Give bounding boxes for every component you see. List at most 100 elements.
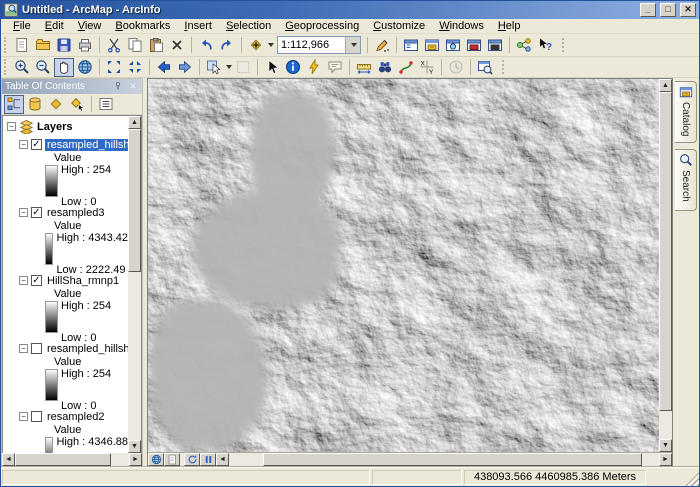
layer-visibility-checkbox[interactable] — [31, 207, 42, 218]
select-features-icon[interactable] — [204, 58, 224, 77]
redo-icon[interactable] — [217, 36, 237, 55]
layout-view-button[interactable] — [164, 453, 180, 466]
menu-item-bookmarks[interactable]: Bookmarks — [109, 19, 176, 33]
layer-visibility-checkbox[interactable] — [31, 275, 42, 286]
help-pointer-icon[interactable] — [535, 36, 555, 55]
toc-header[interactable]: Table Of Contents ✕ — [2, 79, 142, 94]
fixed-zoom-out-icon[interactable] — [125, 58, 145, 77]
pan-icon[interactable] — [54, 58, 74, 77]
scroll-track[interactable] — [128, 129, 141, 440]
menu-item-help[interactable]: Help — [492, 19, 527, 33]
menu-item-windows[interactable]: Windows — [433, 19, 490, 33]
refresh-view-button[interactable] — [184, 453, 200, 466]
copy-icon[interactable] — [125, 36, 145, 55]
list-by-source-icon[interactable] — [25, 95, 45, 114]
undo-icon[interactable] — [196, 36, 216, 55]
scale-combo-dropdown[interactable] — [345, 37, 360, 53]
window-resize-grip[interactable] — [685, 472, 699, 486]
python-window-icon[interactable] — [485, 36, 505, 55]
scroll-thumb[interactable] — [128, 129, 141, 272]
layer-name[interactable]: resampled_hillshade2 — [45, 343, 128, 355]
collapse-icon[interactable]: − — [7, 122, 16, 131]
layer-name[interactable]: resampled_hillshade3 — [45, 139, 128, 151]
list-by-selection-icon[interactable] — [67, 95, 87, 114]
minimize-button[interactable]: _ — [640, 3, 656, 17]
save-icon[interactable] — [54, 36, 74, 55]
scroll-left-icon[interactable]: ◄ — [2, 453, 15, 466]
scale-combo[interactable]: 1:112,966 — [277, 36, 361, 54]
scroll-right-icon[interactable]: ► — [659, 453, 672, 466]
back-extent-icon[interactable] — [154, 58, 174, 77]
search-tab[interactable]: Search — [675, 149, 697, 211]
viewer-window-icon[interactable] — [475, 58, 495, 77]
full-extent-icon[interactable] — [75, 58, 95, 77]
catalog-tab[interactable]: Catalog — [675, 81, 697, 143]
scroll-up-icon[interactable]: ▲ — [659, 79, 672, 92]
html-popup-icon[interactable] — [325, 58, 345, 77]
scroll-up-icon[interactable]: ▲ — [128, 116, 141, 129]
zoom-out-icon[interactable] — [33, 58, 53, 77]
new-document-icon[interactable] — [12, 36, 32, 55]
title-bar[interactable]: Untitled - ArcMap - ArcInfo _ □ ✕ — [1, 1, 699, 19]
find-icon[interactable] — [375, 58, 395, 77]
scroll-down-icon[interactable]: ▼ — [128, 440, 141, 453]
map-canvas[interactable] — [148, 79, 659, 452]
collapse-icon[interactable]: − — [19, 344, 28, 353]
list-by-drawing-order-icon[interactable] — [4, 95, 24, 114]
layer-row[interactable]: − HillSha_rmnp1 — [19, 273, 128, 288]
scroll-thumb[interactable] — [15, 453, 111, 466]
layer-row[interactable]: − resampled_hillshade2 — [19, 341, 128, 356]
modelbuilder-icon[interactable] — [514, 36, 534, 55]
maximize-button[interactable]: □ — [660, 3, 676, 17]
close-icon[interactable]: ✕ — [127, 81, 139, 92]
go-to-xy-icon[interactable] — [417, 58, 437, 77]
list-by-visibility-icon[interactable] — [46, 95, 66, 114]
menu-item-file[interactable]: File — [7, 19, 37, 33]
close-button[interactable]: ✕ — [680, 3, 696, 17]
measure-icon[interactable] — [354, 58, 374, 77]
layer-row[interactable]: − resampled2 — [19, 409, 128, 424]
table-of-contents-window-icon[interactable] — [401, 36, 421, 55]
toc-vertical-scrollbar[interactable]: ▲ ▼ — [128, 116, 141, 453]
pause-drawing-button[interactable] — [200, 453, 216, 466]
menu-item-geoprocessing[interactable]: Geoprocessing — [279, 19, 365, 33]
layer-name[interactable]: resampled2 — [45, 411, 106, 423]
layers-root-label[interactable]: Layers — [37, 121, 72, 133]
toolbar-grip[interactable] — [4, 37, 8, 53]
map-vertical-scrollbar[interactable]: ▲ ▼ — [659, 79, 672, 452]
menu-item-customize[interactable]: Customize — [367, 19, 431, 33]
scroll-thumb[interactable] — [659, 92, 672, 411]
layer-row[interactable]: − resampled_hillshade3 — [19, 137, 128, 152]
collapse-icon[interactable]: − — [19, 208, 28, 217]
cut-icon[interactable] — [104, 36, 124, 55]
zoom-in-icon[interactable] — [12, 58, 32, 77]
layer-visibility-checkbox[interactable] — [31, 139, 42, 150]
find-route-icon[interactable] — [396, 58, 416, 77]
scroll-track[interactable] — [15, 453, 129, 466]
forward-extent-icon[interactable] — [175, 58, 195, 77]
scroll-track[interactable] — [659, 92, 672, 439]
select-elements-icon[interactable] — [262, 58, 282, 77]
collapse-icon[interactable]: − — [19, 412, 28, 421]
layer-name[interactable]: HillSha_rmnp1 — [45, 275, 121, 287]
open-folder-icon[interactable] — [33, 36, 53, 55]
map-horizontal-scrollbar[interactable] — [229, 453, 659, 466]
layer-row[interactable]: − resampled3 — [19, 205, 128, 220]
editor-pencil-icon[interactable] — [372, 36, 392, 55]
select-features-dropdown-icon[interactable] — [226, 65, 232, 69]
scroll-right-icon[interactable]: ► — [129, 453, 142, 466]
hyperlink-icon[interactable] — [304, 58, 324, 77]
fixed-zoom-in-icon[interactable] — [104, 58, 124, 77]
identify-icon[interactable] — [283, 58, 303, 77]
toc-horizontal-scrollbar[interactable]: ◄ ► — [2, 453, 142, 466]
print-icon[interactable] — [75, 36, 95, 55]
toolbar-options-handle[interactable] — [498, 60, 504, 74]
scroll-thumb[interactable] — [263, 453, 641, 466]
add-data-dropdown-icon[interactable] — [268, 43, 274, 47]
layers-root[interactable]: − Layers — [7, 119, 128, 134]
add-data-icon[interactable] — [246, 36, 266, 55]
scroll-down-icon[interactable]: ▼ — [659, 439, 672, 452]
menu-item-view[interactable]: View — [72, 19, 108, 33]
layer-visibility-checkbox[interactable] — [31, 411, 42, 422]
pin-icon[interactable] — [112, 81, 124, 93]
